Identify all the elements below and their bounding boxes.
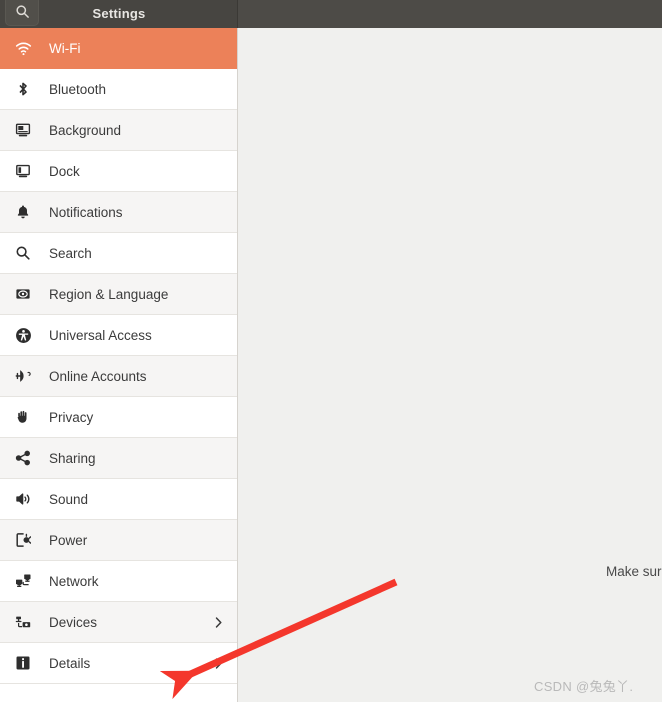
search-icon: [12, 242, 34, 264]
sidebar-item-sound[interactable]: Sound: [0, 479, 237, 520]
dock-icon: [12, 160, 34, 182]
info-icon: [12, 652, 34, 674]
sidebar-item-privacy[interactable]: Privacy: [0, 397, 237, 438]
share-icon: [12, 447, 34, 469]
sidebar-item-label: Wi-Fi: [49, 40, 81, 56]
settings-window: Settings Wi-Fi Bluetooth Background Dock Not…: [0, 0, 662, 702]
sidebar-item-label: Bluetooth: [49, 81, 107, 97]
settings-content-panel: Make sur: [239, 28, 662, 702]
titlebar-sidebar-section: Settings: [0, 0, 238, 28]
bell-icon: [12, 201, 34, 223]
bluetooth-icon: [12, 78, 34, 100]
sidebar-item-background[interactable]: Background: [0, 110, 237, 151]
settings-sidebar[interactable]: Wi-Fi Bluetooth Background Dock Notification…: [0, 28, 238, 702]
sidebar-item-label: Privacy: [49, 409, 94, 425]
sidebar-item-label: Power: [49, 532, 88, 548]
network-icon: [12, 570, 34, 592]
sidebar-item-universal-access[interactable]: Universal Access: [0, 315, 237, 356]
sidebar-item-label: Sound: [49, 491, 89, 507]
sidebar-item-label: Sharing: [49, 450, 96, 466]
accessibility-icon: [12, 324, 34, 346]
window-titlebar: Settings: [0, 0, 662, 28]
search-button[interactable]: [5, 0, 39, 26]
sidebar-item-label: Network: [49, 573, 99, 589]
chevron-right-icon[interactable]: [212, 616, 225, 629]
sidebar-item-label: Devices: [49, 614, 98, 630]
wifi-icon: [12, 37, 34, 59]
hand-icon: [12, 406, 34, 428]
sidebar-item-label: Region & Language: [49, 286, 169, 302]
content-clipped-text: Make sur: [606, 564, 662, 579]
online-accounts-icon: [12, 365, 34, 387]
titlebar-content-section: [238, 0, 662, 28]
devices-icon: [12, 611, 34, 633]
sidebar-item-region-language[interactable]: Region & Language: [0, 274, 237, 315]
sidebar-item-label: Online Accounts: [49, 368, 147, 384]
region-language-icon: [12, 283, 34, 305]
background-icon: [12, 119, 34, 141]
sidebar-item-label: Search: [49, 245, 92, 261]
sidebar-item-label: Universal Access: [49, 327, 152, 343]
sidebar-item-search[interactable]: Search: [0, 233, 237, 274]
sidebar-item-bluetooth[interactable]: Bluetooth: [0, 69, 237, 110]
chevron-right-icon[interactable]: [212, 657, 225, 670]
sidebar-item-label: Details: [49, 655, 91, 671]
sidebar-item-wi-fi[interactable]: Wi-Fi: [0, 28, 237, 69]
sidebar-item-network[interactable]: Network: [0, 561, 237, 602]
speaker-icon: [12, 488, 34, 510]
sidebar-item-label: Background: [49, 122, 122, 138]
sidebar-item-power[interactable]: Power: [0, 520, 237, 561]
sidebar-item-sharing[interactable]: Sharing: [0, 438, 237, 479]
csdn-watermark: CSDN @兔兔丫.: [534, 679, 634, 694]
sidebar-item-notifications[interactable]: Notifications: [0, 192, 237, 233]
sidebar-item-online-accounts[interactable]: Online Accounts: [0, 356, 237, 397]
sidebar-item-dock[interactable]: Dock: [0, 151, 237, 192]
sidebar-item-label: Notifications: [49, 204, 123, 220]
sidebar-item-devices[interactable]: Devices: [0, 602, 237, 643]
search-icon: [15, 4, 30, 19]
sidebar-item-label: Dock: [49, 163, 80, 179]
sidebar-item-details[interactable]: Details: [0, 643, 237, 684]
power-plug-icon: [12, 529, 34, 551]
